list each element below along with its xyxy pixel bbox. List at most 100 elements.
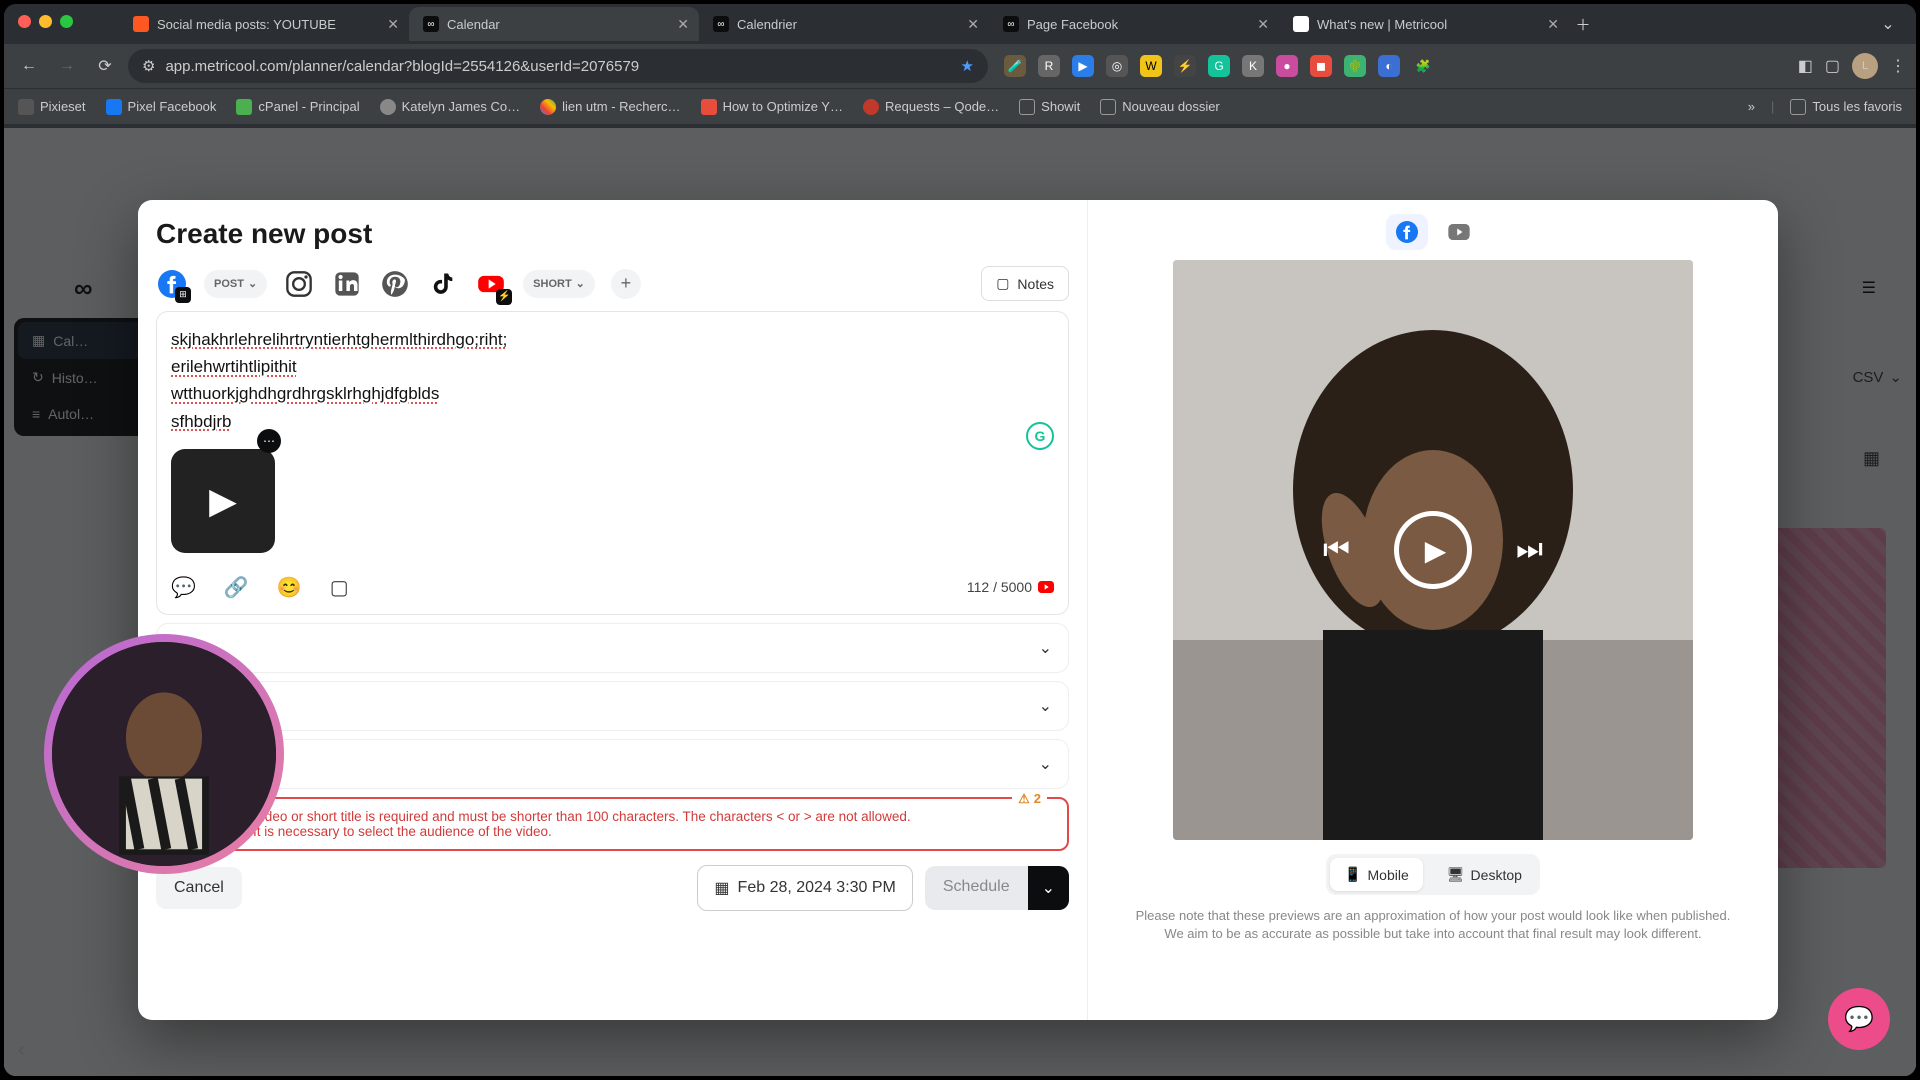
post-text-input[interactable]: skjhakhrlehrelihrtryntierhtghermlthirdhg…	[171, 326, 1054, 435]
desktop-icon: 🖥	[1447, 866, 1465, 883]
device-label: Mobile	[1368, 867, 1409, 883]
tab-social-media-posts[interactable]: Social media posts: YOUTUBE ✕	[119, 7, 409, 41]
add-network-button[interactable]: +	[611, 269, 641, 299]
favicon-icon	[133, 16, 149, 32]
chrome-menu-icon[interactable]: ⋮	[1890, 56, 1906, 76]
accordion-presets-3[interactable]: …e presets⌄	[156, 739, 1069, 789]
tab-page-facebook[interactable]: ∞ Page Facebook ✕	[989, 7, 1279, 41]
collapse-arrow[interactable]: ‹	[18, 1039, 25, 1062]
extension-icon[interactable]: ⚡	[1174, 55, 1196, 77]
network-selector-row: ⊞ POST ⌄ ⚡ SHORT ⌄ + ▢Notes	[156, 266, 1069, 301]
extensions-menu-icon[interactable]: 🧩	[1412, 55, 1434, 77]
link-icon[interactable]: 🔗	[224, 575, 249, 600]
skip-back-icon[interactable]: ⏮	[1323, 533, 1350, 567]
close-icon[interactable]: ✕	[1547, 16, 1559, 33]
short-type-pill[interactable]: SHORT ⌄	[523, 270, 595, 298]
preview-network-tabs	[1386, 214, 1480, 250]
play-button[interactable]: ▶	[1394, 511, 1472, 589]
window-close-icon[interactable]	[18, 15, 31, 28]
tab-calendar[interactable]: ∞ Calendar ✕	[409, 7, 699, 41]
play-icon: ▶	[1425, 534, 1447, 567]
device-desktop-option[interactable]: 🖥Desktop	[1433, 858, 1536, 891]
linkedin-network-icon[interactable]	[331, 268, 363, 300]
media-icon[interactable]: ▢	[330, 575, 349, 600]
window-minimize-icon[interactable]	[39, 15, 52, 28]
bookmark-star-icon[interactable]: ★	[961, 57, 974, 75]
mobile-icon: 📱	[1344, 866, 1361, 883]
side-panel-icon[interactable]: ◧	[1798, 56, 1813, 76]
cpanel-icon	[236, 99, 252, 115]
tab-strip: Social media posts: YOUTUBE ✕ ∞ Calendar…	[4, 4, 1916, 44]
screen-recorder-avatar[interactable]	[44, 634, 284, 874]
extension-icon[interactable]: K	[1242, 55, 1264, 77]
extension-icon[interactable]: ◐	[1378, 55, 1400, 77]
close-icon[interactable]: ✕	[967, 16, 979, 33]
accordion-presets-2[interactable]: …presets⌄	[156, 681, 1069, 731]
tab-menu-button[interactable]: ⌄	[1874, 10, 1902, 38]
bookmark-pixel-facebook[interactable]: Pixel Facebook	[106, 99, 217, 115]
extension-icon[interactable]: W	[1140, 55, 1162, 77]
bookmark-lien-utm[interactable]: lien utm - Recherc…	[540, 99, 680, 115]
site-settings-icon[interactable]: ⚙	[142, 57, 155, 75]
schedule-button[interactable]: Schedule	[925, 866, 1028, 910]
chat-fab[interactable]: 💬	[1828, 988, 1890, 1050]
video-controls: ⏮ ▶ ⏭	[1323, 511, 1543, 589]
extension-icon[interactable]: ◎	[1106, 55, 1128, 77]
validation-error-item: YouTube - It is necessary to select the …	[188, 824, 1053, 839]
bookmark-nouveau-dossier[interactable]: Nouveau dossier	[1100, 99, 1220, 115]
close-icon[interactable]: ✕	[387, 16, 399, 33]
traffic-lights[interactable]	[18, 15, 73, 28]
bookmark-cpanel[interactable]: cPanel - Principal	[236, 99, 359, 115]
extension-icon[interactable]: ◼	[1310, 55, 1332, 77]
preview-tab-facebook[interactable]	[1386, 214, 1428, 250]
bookmark-showit[interactable]: Showit	[1019, 99, 1080, 115]
extension-icon[interactable]: 🧪	[1004, 55, 1026, 77]
new-tab-button[interactable]: ＋	[1569, 10, 1597, 38]
datetime-button[interactable]: ▦Feb 28, 2024 3:30 PM	[697, 865, 912, 911]
pinterest-network-icon[interactable]	[379, 268, 411, 300]
extension-icon[interactable]: R	[1038, 55, 1060, 77]
emoji-icon[interactable]: 😊	[277, 575, 302, 600]
device-mobile-option[interactable]: 📱 Mobile	[1330, 858, 1423, 891]
bookmark-optimize[interactable]: How to Optimize Y…	[701, 99, 843, 115]
tab-title: What's new | Metricool	[1317, 17, 1539, 32]
notes-button[interactable]: ▢Notes	[981, 266, 1069, 301]
extension-icon[interactable]: G	[1208, 55, 1230, 77]
bookmark-requests[interactable]: Requests – Qode…	[863, 99, 999, 115]
preview-disclaimer: Please note that these previews are an a…	[1133, 907, 1733, 943]
calendar-icon: ▦	[714, 878, 729, 898]
bookmark-katelyn[interactable]: Katelyn James Co…	[380, 99, 521, 115]
all-favorites[interactable]: Tous les favoris	[1790, 99, 1902, 115]
accordion-presets-1[interactable]: …ets⌄	[156, 623, 1069, 673]
reload-button[interactable]: ⟳	[90, 51, 120, 81]
site-icon	[701, 99, 717, 115]
preview-tab-youtube[interactable]	[1438, 214, 1480, 250]
back-button[interactable]: ←	[14, 51, 44, 81]
extension-icon[interactable]: ▶	[1072, 55, 1094, 77]
media-options-icon[interactable]: ⋯	[257, 429, 281, 453]
window-maximize-icon[interactable]	[60, 15, 73, 28]
media-thumbnail[interactable]: ▶	[171, 449, 275, 553]
profile-avatar[interactable]: L	[1852, 53, 1878, 79]
close-icon[interactable]: ✕	[677, 16, 689, 33]
extension-icon[interactable]: 🌵	[1344, 55, 1366, 77]
tab-whats-new[interactable]: What's new | Metricool ✕	[1279, 7, 1569, 41]
address-bar[interactable]: ⚙ app.metricool.com/planner/calendar?blo…	[128, 49, 988, 83]
bookmarks-overflow-icon[interactable]: »	[1748, 99, 1755, 114]
grammarly-icon[interactable]: G	[1026, 422, 1054, 450]
comment-icon[interactable]: 💬	[171, 575, 196, 600]
bookmark-label: Pixel Facebook	[128, 99, 217, 114]
post-type-pill[interactable]: POST ⌄	[204, 270, 267, 298]
instagram-network-icon[interactable]	[283, 268, 315, 300]
panel-icon[interactable]: ▢	[1825, 56, 1840, 76]
extension-icon[interactable]: ●	[1276, 55, 1298, 77]
tab-calendrier[interactable]: ∞ Calendrier ✕	[699, 7, 989, 41]
video-preview[interactable]: ⏮ ▶ ⏭	[1173, 260, 1693, 840]
tiktok-network-icon[interactable]	[427, 268, 459, 300]
close-icon[interactable]: ✕	[1257, 16, 1269, 33]
tab-title: Calendrier	[737, 17, 959, 32]
schedule-dropdown-button[interactable]: ⌄	[1028, 866, 1069, 910]
bookmark-pixieset[interactable]: Pixieset	[18, 99, 86, 115]
skip-forward-icon[interactable]: ⏭	[1516, 533, 1543, 567]
note-icon: ▢	[996, 275, 1009, 292]
